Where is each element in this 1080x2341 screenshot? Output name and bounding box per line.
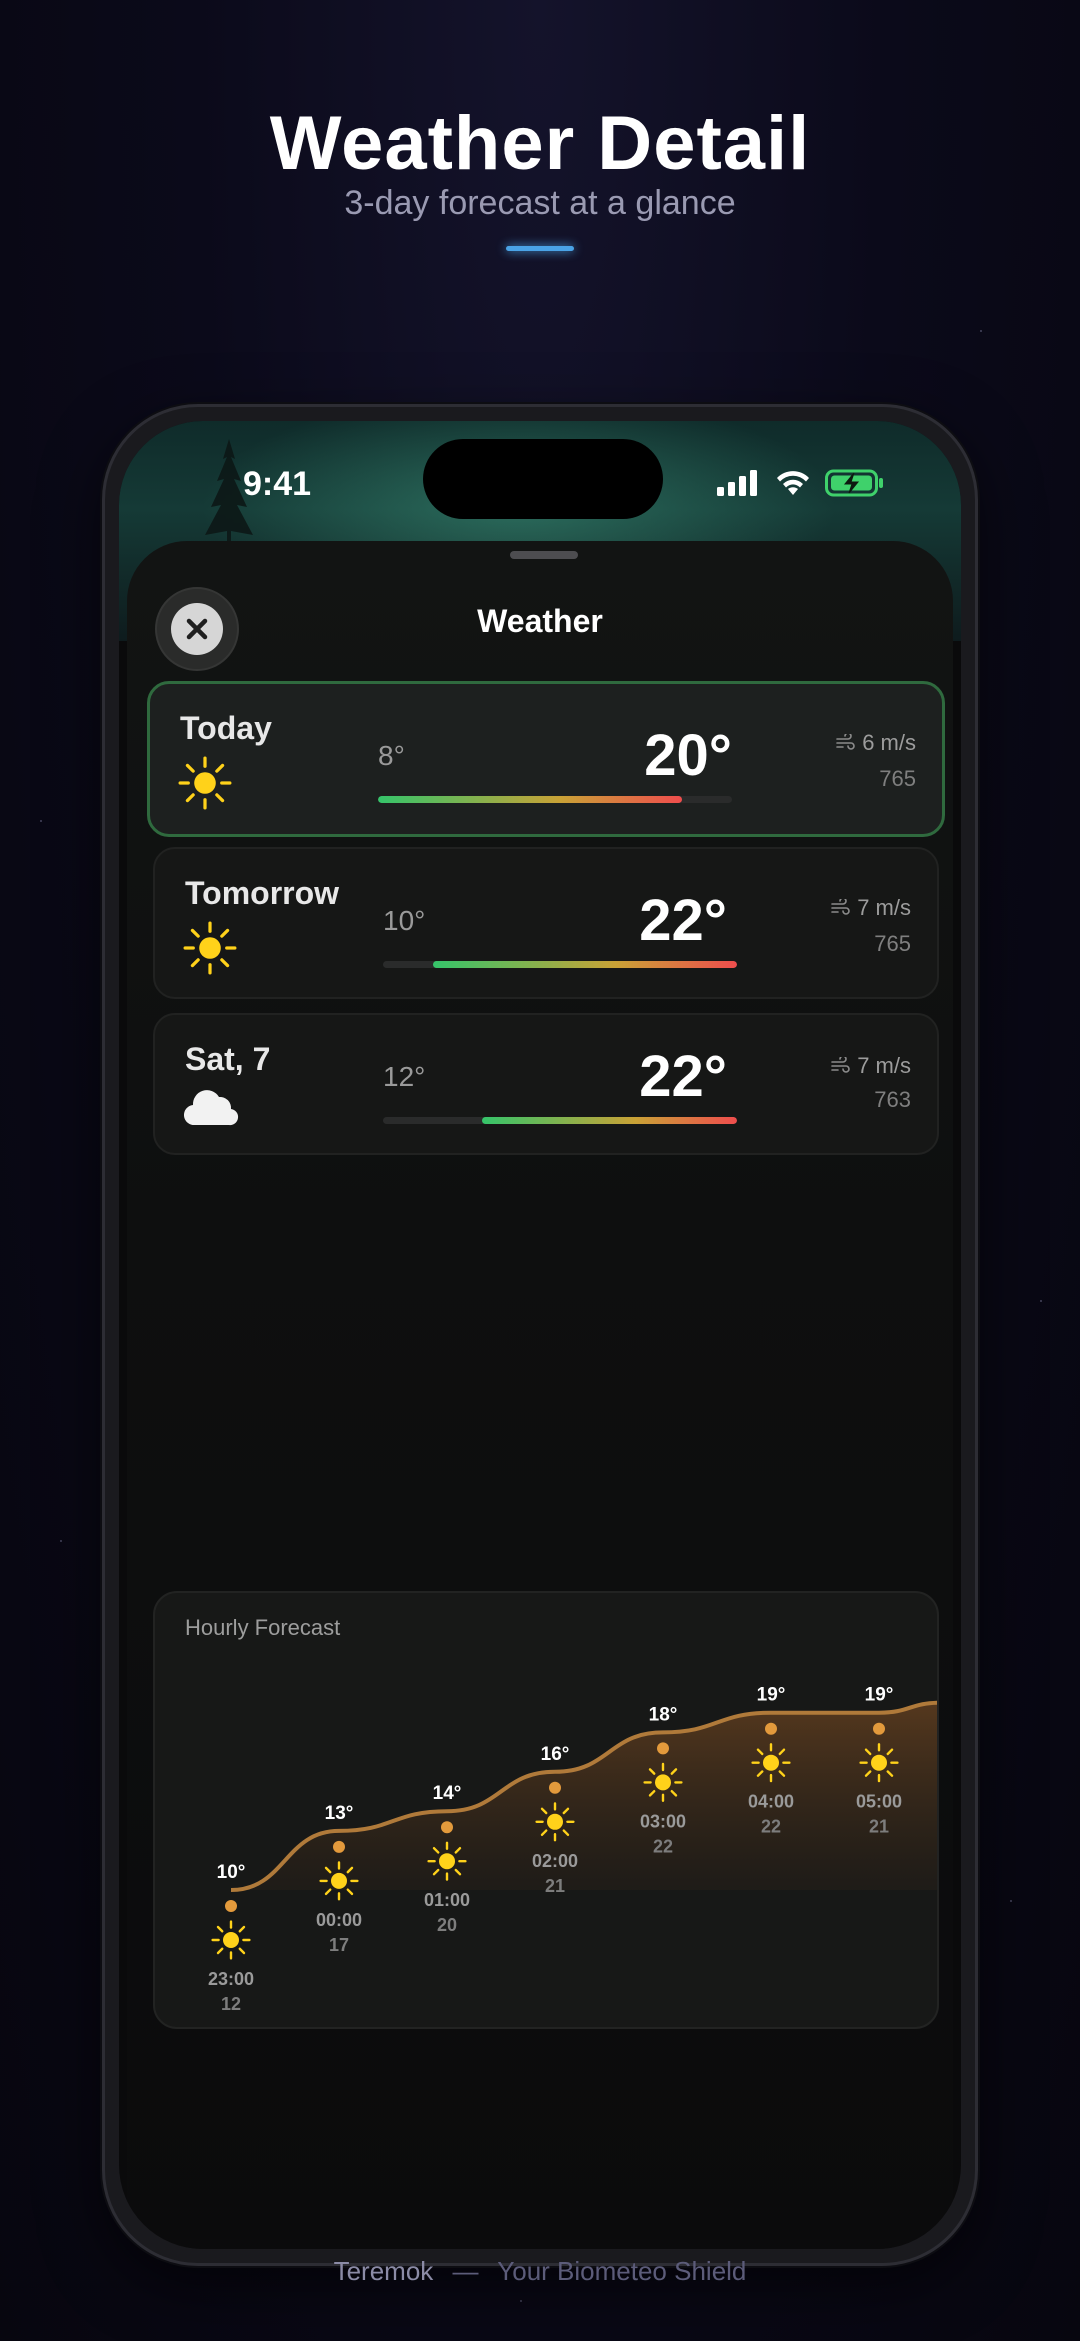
wind-value: 7 m/s xyxy=(857,895,911,920)
sheet-grabber[interactable] xyxy=(510,551,578,559)
hero-accent-line xyxy=(506,246,574,251)
day-high-temp: 20° xyxy=(644,723,732,788)
day-high-temp: 22° xyxy=(639,888,727,953)
wind-speed: 6 m/s xyxy=(836,730,916,756)
temp-range-bar xyxy=(378,796,732,803)
phone-screen: 9:41 Weather Today 8° 20° 6 m/s 765 Tomo… xyxy=(119,421,961,2249)
hourly-point xyxy=(441,1821,453,1834)
battery-charging-icon xyxy=(825,469,883,497)
hourly-temp-label: 19° xyxy=(757,1685,786,1706)
phone-frame: 9:41 Weather Today 8° 20° 6 m/s 765 Tomo… xyxy=(102,404,978,2266)
pressure-value: 765 xyxy=(874,931,911,956)
sun-icon xyxy=(859,1743,899,1783)
hourly-sub-value: 12 xyxy=(221,1994,241,2014)
signal-icon xyxy=(717,470,757,496)
temp-range-fill xyxy=(482,1117,737,1124)
hourly-temp-label: 13° xyxy=(325,1803,354,1824)
hourly-point xyxy=(765,1722,777,1735)
wifi-icon xyxy=(777,471,809,495)
star-decoration xyxy=(520,2300,522,2302)
hourly-sub-value: 22 xyxy=(761,1817,781,1837)
pressure-value: 763 xyxy=(874,1087,911,1112)
hourly-sub-value: 21 xyxy=(869,1817,889,1837)
sun-icon xyxy=(751,1743,791,1783)
wind-value: 7 m/s xyxy=(857,1053,911,1078)
hourly-point xyxy=(549,1781,561,1794)
sun-icon xyxy=(178,756,232,815)
footer-separator: — xyxy=(452,2256,479,2286)
wind-icon xyxy=(831,1053,851,1079)
dynamic-island xyxy=(423,439,663,519)
day-card-tomorrow[interactable]: Tomorrow 10° 22° 7 m/s 765 xyxy=(153,847,939,999)
wind-icon xyxy=(836,730,856,756)
wind-icon xyxy=(831,895,851,921)
hourly-temp-label: 14° xyxy=(433,1783,462,1804)
hourly-point xyxy=(657,1742,669,1755)
footer-tagline: Your Biometeo Shield xyxy=(497,2256,747,2286)
star-decoration xyxy=(1040,1300,1042,1302)
hourly-time-label: 02:00 xyxy=(532,1851,578,1871)
hourly-sub-value: 17 xyxy=(329,1935,349,1955)
temp-range-fill xyxy=(378,796,683,803)
footer: Teremok — Your Biometeo Shield xyxy=(0,2256,1080,2287)
star-decoration xyxy=(980,330,982,332)
hourly-temp-label: 19° xyxy=(865,1685,894,1706)
hourly-time-label: 05:00 xyxy=(856,1792,902,1812)
sun-icon xyxy=(427,1841,467,1881)
day-low-temp: 12° xyxy=(383,1061,426,1092)
day-card-today[interactable]: Today 8° 20° 6 m/s 765 xyxy=(147,681,945,837)
hero-title: Weather Detail xyxy=(269,101,811,186)
hourly-point xyxy=(873,1722,885,1735)
hourly-area xyxy=(231,1702,937,1890)
sun-icon xyxy=(183,921,237,980)
star-decoration xyxy=(60,1540,62,1542)
day-name: Sat, 7 xyxy=(185,1041,271,1077)
hourly-forecast-card: Hourly Forecast 10° 23:00 12 13° 00:00 17 14° 0… xyxy=(153,1591,939,2029)
day-high-temp: 22° xyxy=(639,1044,727,1109)
day-card-saturday[interactable]: Sat, 7 12° 22° 7 m/s 763 xyxy=(153,1013,939,1155)
day-name: Today xyxy=(180,710,272,746)
temp-range-fill xyxy=(432,961,737,968)
wind-speed: 7 m/s xyxy=(831,895,911,921)
hourly-time-label: 03:00 xyxy=(640,1811,686,1831)
hourly-time-label: 23:00 xyxy=(208,1969,254,1989)
hourly-temp-label: 18° xyxy=(649,1704,678,1725)
status-time: 9:41 xyxy=(243,465,312,503)
hourly-sub-value: 21 xyxy=(545,1876,565,1896)
hourly-point xyxy=(225,1900,237,1912)
hero-subtitle: 3-day forecast at a glance xyxy=(344,184,736,222)
sun-icon xyxy=(643,1762,683,1802)
wind-value: 6 m/s xyxy=(862,730,916,755)
hourly-sub-value: 20 xyxy=(437,1915,457,1935)
hourly-temp-label: 10° xyxy=(217,1862,246,1883)
star-decoration xyxy=(1010,1900,1012,1902)
wind-speed: 7 m/s xyxy=(831,1053,911,1079)
hourly-point xyxy=(333,1840,345,1853)
pressure-value: 765 xyxy=(879,766,916,791)
weather-sheet: Weather Today 8° 20° 6 m/s 765 Tomorrow … xyxy=(127,541,953,2249)
star-decoration xyxy=(40,820,42,822)
day-low-temp: 8° xyxy=(378,740,405,771)
hourly-time-label: 01:00 xyxy=(424,1890,470,1910)
sun-icon xyxy=(319,1861,359,1901)
hourly-time-label: 00:00 xyxy=(316,1910,362,1930)
day-name: Tomorrow xyxy=(185,875,340,911)
cloud-icon xyxy=(183,1087,239,1132)
hourly-time-label: 04:00 xyxy=(748,1792,794,1812)
hourly-sub-value: 22 xyxy=(653,1836,673,1856)
sun-icon xyxy=(535,1802,575,1842)
footer-brand: Teremok xyxy=(333,2256,434,2286)
sun-icon xyxy=(211,1920,251,1960)
hourly-chart: 10° 23:00 12 13° 00:00 17 14° 01:00 20 16° 02:00 21… xyxy=(208,1685,937,2014)
temp-range-bar xyxy=(383,1117,737,1124)
sheet-title: Weather xyxy=(477,603,603,639)
temp-range-bar xyxy=(383,961,737,968)
day-low-temp: 10° xyxy=(383,905,426,936)
status-icons xyxy=(717,469,885,497)
hourly-temp-label: 16° xyxy=(541,1744,570,1765)
